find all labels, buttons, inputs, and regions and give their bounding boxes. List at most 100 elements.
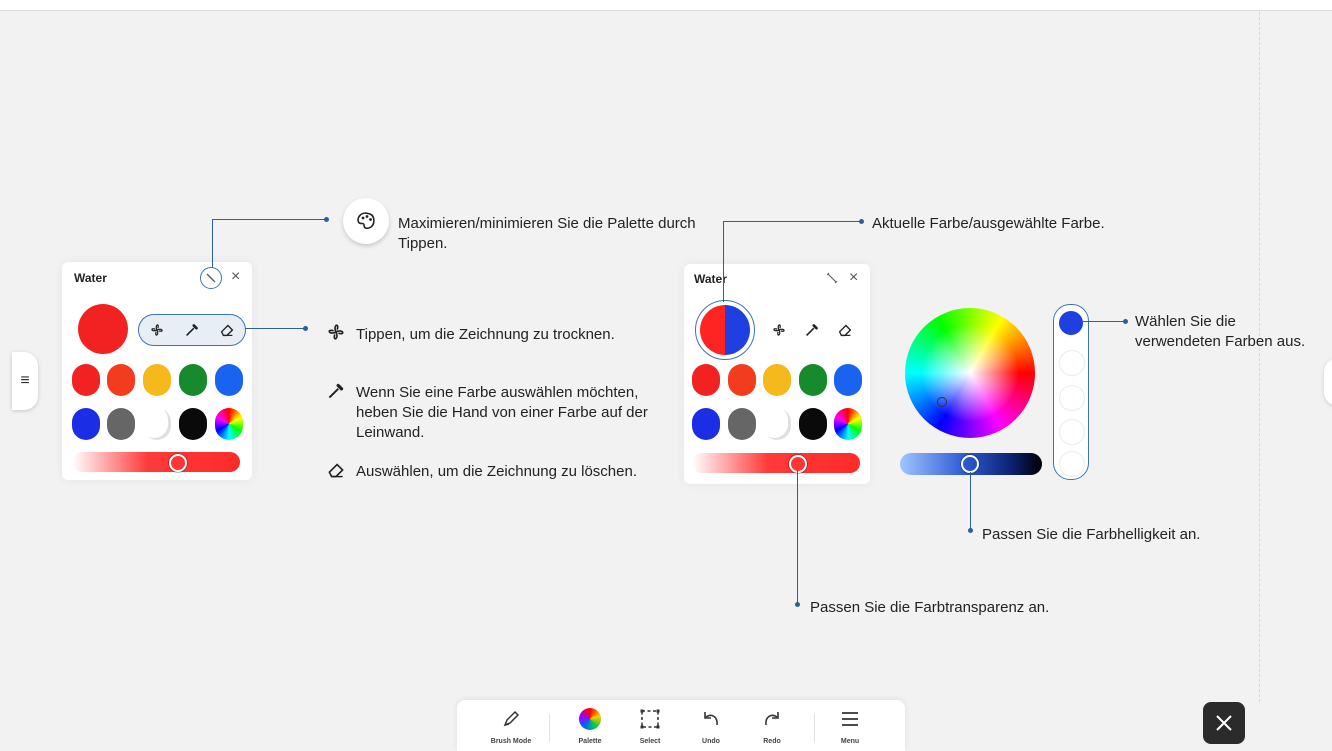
- transparency-slider-knob[interactable]: [169, 454, 187, 472]
- dry-icon[interactable]: [145, 318, 169, 342]
- swatch-blue[interactable]: [215, 364, 243, 396]
- current-color-indicator[interactable]: [695, 300, 755, 360]
- connector-dot: [795, 602, 800, 607]
- recent-color-slot[interactable]: [1059, 451, 1085, 477]
- palette-icon: [357, 212, 375, 230]
- callout-pick-color: Wenn Sie eine Farbe auswählen möchten, h…: [356, 384, 648, 441]
- swatch-green[interactable]: [179, 364, 207, 396]
- color-picker-icon[interactable]: [800, 318, 824, 342]
- recent-color-slot[interactable]: [1059, 311, 1083, 335]
- dry-icon[interactable]: [767, 318, 791, 342]
- swatch-spectrum[interactable]: [834, 408, 862, 440]
- swatch-black[interactable]: [799, 408, 827, 440]
- transparency-slider-left[interactable]: [72, 452, 240, 472]
- palette-close-button[interactable]: ×: [231, 268, 240, 286]
- connector-line: [723, 221, 861, 223]
- bottom-toolbar: Brush Mode Palette Select Undo Redo Menu: [457, 700, 905, 751]
- palette-minimize-button[interactable]: [824, 270, 840, 286]
- palette-close-button[interactable]: ×: [849, 269, 858, 287]
- redo-button[interactable]: Redo: [742, 706, 802, 745]
- toolbar-separator: [549, 714, 550, 742]
- swatch-blue[interactable]: [834, 364, 862, 396]
- exit-button[interactable]: [1203, 702, 1245, 744]
- canvas-boundary: [1259, 12, 1260, 702]
- toolbar-label: Brush Mode: [490, 738, 532, 745]
- color-wheel[interactable]: [905, 308, 1035, 438]
- recent-color-slot[interactable]: [1059, 350, 1085, 376]
- right-edge-handle[interactable]: [1324, 358, 1332, 406]
- palette-button[interactable]: Palette: [560, 706, 620, 745]
- callout-erase: Auswählen, um die Zeichnung zu löschen.: [356, 463, 638, 480]
- select-icon: [640, 709, 660, 729]
- toolbar-separator: [814, 714, 815, 742]
- callout-palette-toggle: Maximieren/minimieren Sie die Palette du…: [398, 215, 696, 252]
- undo-button[interactable]: Undo: [681, 706, 741, 745]
- undo-icon: [704, 712, 718, 726]
- swatch-red[interactable]: [692, 364, 720, 396]
- connector-line: [797, 470, 799, 604]
- brush-mode-button[interactable]: Brush Mode: [481, 706, 541, 745]
- swatch-white[interactable]: [763, 408, 791, 440]
- transparency-slider-right[interactable]: [692, 453, 860, 473]
- connector-line: [970, 472, 972, 530]
- swatch-dark-blue[interactable]: [72, 408, 100, 440]
- menu-button[interactable]: Menu: [820, 706, 880, 745]
- eraser-icon[interactable]: [833, 318, 857, 342]
- swatch-yellow[interactable]: [763, 364, 791, 396]
- toolbar-label: Undo: [702, 738, 720, 745]
- callout-brightness: Passen Sie die Farbhelligkeit an.: [982, 526, 1201, 543]
- swatch-spectrum[interactable]: [215, 408, 243, 440]
- toolbar-label: Select: [639, 738, 661, 745]
- recent-color-slot[interactable]: [1059, 385, 1085, 411]
- color-wheel-cursor[interactable]: [937, 397, 947, 407]
- swatch-yellow[interactable]: [143, 364, 171, 396]
- swatch-grid-right: [690, 364, 862, 444]
- swatch-orange-red[interactable]: [107, 364, 135, 396]
- swatch-gray[interactable]: [107, 408, 135, 440]
- connector-line: [1083, 321, 1125, 323]
- eraser-icon: [324, 459, 348, 486]
- toolbar-label: Redo: [763, 738, 781, 745]
- callout-transparency: Passen Sie die Farbtransparenz an.: [810, 599, 1050, 616]
- tool-group-right: [762, 316, 862, 344]
- side-menu-handle[interactable]: ≡: [12, 352, 38, 410]
- swatch-green[interactable]: [799, 364, 827, 396]
- palette-icon-button[interactable]: [343, 198, 389, 244]
- connector-line: [212, 220, 214, 268]
- connector-dot: [1123, 319, 1128, 324]
- swatch-white[interactable]: [143, 408, 171, 440]
- connector-dot: [303, 326, 308, 331]
- connector-line: [723, 222, 725, 302]
- color-picker-icon: [325, 380, 347, 407]
- palette-minimize-button[interactable]: [200, 267, 222, 289]
- palette-title: Water: [74, 271, 107, 285]
- connector-dot: [968, 528, 973, 533]
- swatch-dark-blue[interactable]: [692, 408, 720, 440]
- toolbar-label: Palette: [578, 738, 602, 745]
- swatch-black[interactable]: [179, 408, 207, 440]
- resize-icon: [206, 273, 216, 283]
- color-picker-icon[interactable]: [180, 318, 204, 342]
- close-icon: [1216, 715, 1232, 731]
- callout-current-color: Aktuelle Farbe/ausgewählte Farbe.: [872, 215, 1105, 232]
- swatch-gray[interactable]: [728, 408, 756, 440]
- hamburger-icon: [842, 712, 858, 726]
- palette-title: Water: [694, 272, 727, 286]
- current-color-split: [700, 305, 750, 355]
- swatch-grid-left: [70, 364, 243, 444]
- resize-icon: [826, 272, 838, 284]
- callout-recent-colors: Wählen Sie die verwendeten Farben aus.: [1135, 313, 1306, 350]
- recent-color-slot[interactable]: [1059, 419, 1085, 445]
- swatch-orange-red[interactable]: [728, 364, 756, 396]
- palette-color-icon: [579, 708, 601, 730]
- eraser-icon[interactable]: [215, 318, 239, 342]
- current-color-indicator[interactable]: [78, 304, 128, 354]
- redo-icon: [765, 712, 779, 726]
- select-button[interactable]: Select: [620, 706, 680, 745]
- swatch-red[interactable]: [72, 364, 100, 396]
- tool-group-left: [138, 314, 246, 346]
- brightness-slider-knob[interactable]: [961, 455, 979, 473]
- connector-dot: [324, 217, 329, 222]
- brush-icon: [503, 710, 520, 727]
- top-edge: [0, 0, 1332, 11]
